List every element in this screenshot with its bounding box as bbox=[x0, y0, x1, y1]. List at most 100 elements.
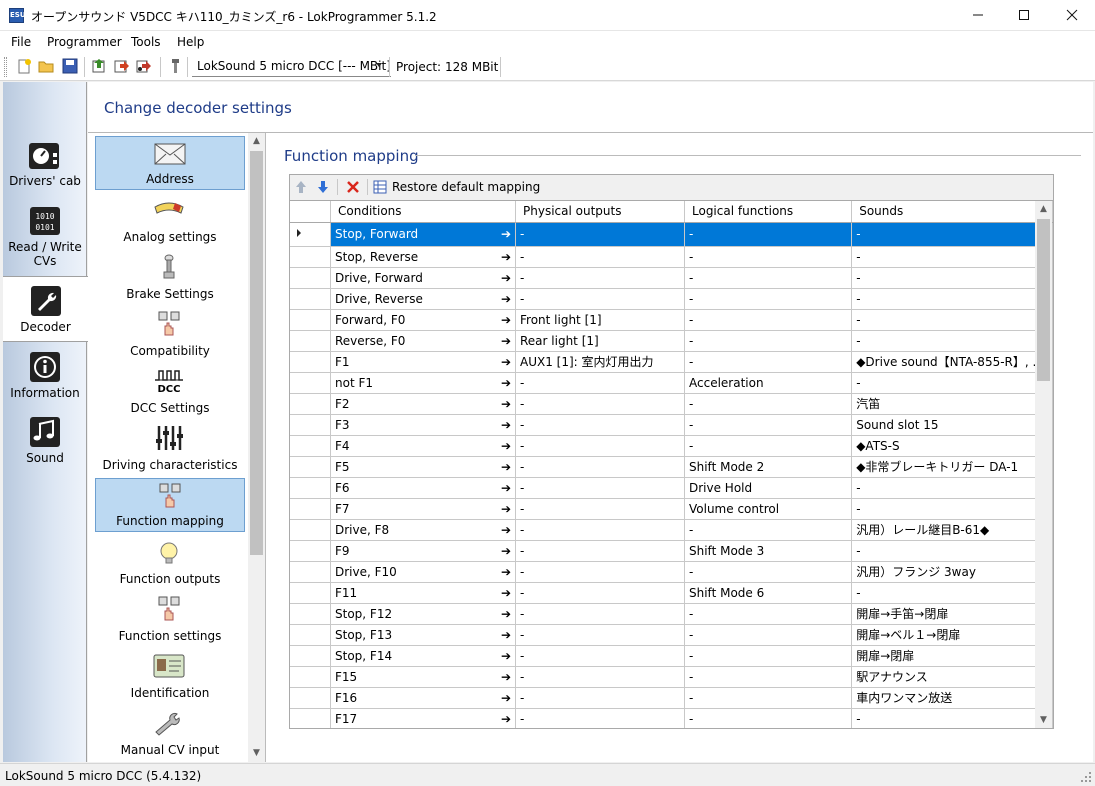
physical-cell[interactable]: - bbox=[515, 708, 685, 728]
condition-cell[interactable]: F7 ➔ bbox=[330, 498, 516, 520]
sounds-cell[interactable]: 開扉→ベル１→閉扉 bbox=[851, 624, 1045, 646]
physical-cell[interactable]: - bbox=[515, 645, 685, 667]
physical-cell[interactable]: - bbox=[515, 372, 685, 394]
settings-item-function-mapping[interactable]: Function mapping bbox=[95, 478, 245, 532]
write-decoder-icon[interactable] bbox=[113, 58, 129, 74]
row-header[interactable] bbox=[290, 372, 331, 394]
settings-scrollbar[interactable]: ▲ ▼ bbox=[248, 133, 265, 762]
logical-cell[interactable]: - bbox=[684, 288, 853, 310]
sounds-cell[interactable]: ◆Drive sound【NTA-855-R】, ... bbox=[851, 351, 1045, 373]
condition-cell[interactable]: F11 ➔ bbox=[330, 582, 516, 604]
row-header[interactable] bbox=[290, 708, 331, 728]
physical-cell[interactable]: - bbox=[515, 561, 685, 583]
sounds-cell[interactable]: - bbox=[851, 330, 1045, 352]
row-header[interactable] bbox=[290, 540, 331, 562]
row-header[interactable] bbox=[290, 624, 331, 646]
nav-information[interactable]: Information bbox=[3, 351, 87, 400]
sounds-cell[interactable]: 開扉→閉扉 bbox=[851, 645, 1045, 667]
maximize-button[interactable] bbox=[1001, 0, 1047, 31]
physical-cell[interactable]: - bbox=[515, 393, 685, 415]
settings-item-address[interactable]: Address bbox=[95, 136, 245, 190]
new-project-icon[interactable] bbox=[16, 58, 32, 74]
logical-cell[interactable]: - bbox=[684, 309, 853, 331]
table-row[interactable]: Drive, Forward ➔ - - - bbox=[290, 267, 1053, 289]
physical-cell[interactable]: - bbox=[515, 519, 685, 541]
physical-cell[interactable]: AUX1 [1]: 室内灯用出力 bbox=[515, 351, 685, 373]
physical-cell[interactable]: - bbox=[515, 498, 685, 520]
row-header[interactable] bbox=[290, 414, 331, 436]
nav-drivers-cab[interactable]: Drivers' cab bbox=[3, 139, 87, 188]
table-row[interactable]: Drive, Reverse ➔ - - - bbox=[290, 288, 1053, 310]
settings-item-brake[interactable]: Brake Settings bbox=[95, 250, 245, 304]
sounds-cell[interactable]: 汎用）レール継目B-61◆ bbox=[851, 519, 1045, 541]
settings-item-function-outputs[interactable]: Function outputs bbox=[95, 535, 245, 589]
logical-cell[interactable]: - bbox=[684, 330, 853, 352]
physical-cell[interactable]: - bbox=[515, 288, 685, 310]
condition-cell[interactable]: F16 ➔ bbox=[330, 687, 516, 709]
table-row[interactable]: F17 ➔ - - - bbox=[290, 708, 1053, 728]
toolbar-grip[interactable] bbox=[4, 57, 7, 77]
logical-cell[interactable]: Shift Mode 2 bbox=[684, 456, 853, 478]
row-header[interactable] bbox=[290, 477, 331, 499]
sounds-cell[interactable]: - bbox=[851, 222, 1045, 247]
sounds-cell[interactable]: - bbox=[851, 372, 1045, 394]
logical-cell[interactable]: - bbox=[684, 393, 853, 415]
physical-cell[interactable]: - bbox=[515, 414, 685, 436]
resize-grip-icon[interactable] bbox=[1080, 771, 1092, 783]
logical-cell[interactable]: - bbox=[684, 222, 853, 247]
scroll-up-icon[interactable]: ▲ bbox=[1035, 201, 1052, 218]
condition-cell[interactable]: not F1 ➔ bbox=[330, 372, 516, 394]
close-button[interactable] bbox=[1049, 0, 1095, 31]
sounds-cell[interactable]: - bbox=[851, 498, 1045, 520]
sounds-cell[interactable]: - bbox=[851, 267, 1045, 289]
row-header[interactable] bbox=[290, 246, 331, 268]
logical-cell[interactable]: - bbox=[684, 645, 853, 667]
condition-cell[interactable]: F4 ➔ bbox=[330, 435, 516, 457]
nav-decoder[interactable]: Decoder bbox=[3, 276, 88, 342]
mapping-scrollbar[interactable]: ▲ ▼ bbox=[1035, 201, 1052, 728]
table-row[interactable]: F6 ➔ - Drive Hold - bbox=[290, 477, 1053, 499]
row-header[interactable] bbox=[290, 393, 331, 415]
sounds-cell[interactable]: 車内ワンマン放送 bbox=[851, 687, 1045, 709]
settings-item-driving[interactable]: Driving characteristics bbox=[95, 421, 245, 475]
physical-cell[interactable]: - bbox=[515, 540, 685, 562]
settings-item-function-settings[interactable]: Function settings bbox=[95, 592, 245, 646]
logical-cell[interactable]: Volume control bbox=[684, 498, 853, 520]
physical-cell[interactable]: - bbox=[515, 435, 685, 457]
condition-cell[interactable]: F3 ➔ bbox=[330, 414, 516, 436]
column-header-logical[interactable]: Logical functions bbox=[684, 201, 853, 223]
row-header[interactable] bbox=[290, 309, 331, 331]
menu-file[interactable]: File bbox=[11, 35, 31, 49]
row-header[interactable] bbox=[290, 222, 331, 247]
scroll-down-icon[interactable]: ▼ bbox=[1035, 712, 1052, 728]
logical-cell[interactable]: - bbox=[684, 351, 853, 373]
row-header[interactable] bbox=[290, 687, 331, 709]
physical-cell[interactable]: - bbox=[515, 687, 685, 709]
sounds-cell[interactable]: - bbox=[851, 540, 1045, 562]
nav-sound[interactable]: Sound bbox=[3, 416, 87, 465]
table-row[interactable]: Drive, F10 ➔ - - 汎用）フランジ 3way bbox=[290, 561, 1053, 583]
menu-tools[interactable]: Tools bbox=[131, 35, 161, 49]
sounds-cell[interactable]: 開扉→手笛→閉扉 bbox=[851, 603, 1045, 625]
column-header-physical[interactable]: Physical outputs bbox=[515, 201, 685, 223]
row-header[interactable] bbox=[290, 456, 331, 478]
condition-cell[interactable]: Forward, F0 ➔ bbox=[330, 309, 516, 331]
scroll-up-icon[interactable]: ▲ bbox=[248, 133, 265, 150]
condition-cell[interactable]: F6 ➔ bbox=[330, 477, 516, 499]
table-row[interactable]: F5 ➔ - Shift Mode 2 ◆非常ブレーキトリガー DA-1 bbox=[290, 456, 1053, 478]
logical-cell[interactable]: - bbox=[684, 603, 853, 625]
row-header[interactable] bbox=[290, 666, 331, 688]
nav-read-write-cvs[interactable]: 1010 0101 Read / Write CVs bbox=[3, 205, 87, 268]
condition-cell[interactable]: F17 ➔ bbox=[330, 708, 516, 728]
condition-cell[interactable]: Drive, Reverse ➔ bbox=[330, 288, 516, 310]
condition-cell[interactable]: Stop, F12 ➔ bbox=[330, 603, 516, 625]
table-row[interactable]: F7 ➔ - Volume control - bbox=[290, 498, 1053, 520]
row-header[interactable] bbox=[290, 351, 331, 373]
row-header[interactable] bbox=[290, 519, 331, 541]
table-row[interactable]: Stop, F12 ➔ - - 開扉→手笛→閉扉 bbox=[290, 603, 1053, 625]
logical-cell[interactable]: - bbox=[684, 519, 853, 541]
row-header[interactable] bbox=[290, 561, 331, 583]
sounds-cell[interactable]: - bbox=[851, 288, 1045, 310]
settings-item-dcc[interactable]: DCC DCC Settings bbox=[95, 364, 245, 418]
device-select[interactable]: LokSound 5 micro DCC [--- MBit] bbox=[192, 57, 391, 77]
